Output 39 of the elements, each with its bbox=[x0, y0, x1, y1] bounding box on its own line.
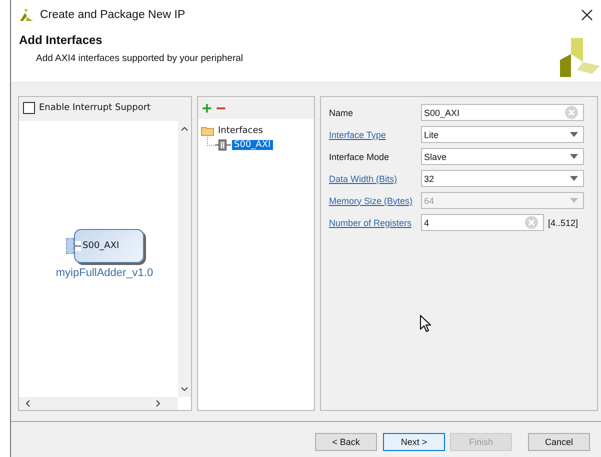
interrupt-checkbox[interactable]: Enable Interrupt Support bbox=[19, 97, 191, 119]
wizard-button[interactable]: Cancel bbox=[528, 432, 590, 450]
page-heading: Add Interfaces bbox=[19, 33, 104, 47]
field-label: Interface Mode bbox=[329, 152, 390, 162]
wizard-button[interactable]: Next > bbox=[383, 432, 445, 450]
ip-block-name: myipFullAdder_v1.0 bbox=[56, 267, 154, 279]
input-field[interactable]: S00_AXI bbox=[421, 104, 584, 121]
tree-item[interactable]: S00_AXI bbox=[232, 140, 273, 150]
vertical-scrollbar[interactable] bbox=[178, 121, 191, 397]
tree-item[interactable]: Interfaces bbox=[218, 126, 263, 136]
field-link[interactable]: Data Width (Bits) bbox=[329, 174, 421, 184]
port-connector-icon bbox=[66, 238, 74, 254]
dropdown[interactable]: Lite bbox=[421, 126, 584, 143]
logo-icon bbox=[559, 36, 601, 78]
caret-icon bbox=[570, 198, 578, 203]
port-label: S00_AXI bbox=[74, 241, 120, 251]
range-hint: [4..512] bbox=[548, 218, 578, 228]
caret-icon bbox=[570, 154, 578, 159]
dropdown[interactable]: 32 bbox=[421, 170, 584, 187]
window-title: Create and Package New IP bbox=[40, 9, 186, 21]
scroll-left-icon[interactable] bbox=[26, 400, 30, 407]
horizontal-scrollbar[interactable] bbox=[19, 397, 178, 410]
caret-icon bbox=[570, 132, 578, 137]
wizard-button[interactable]: < Back bbox=[315, 432, 377, 450]
field-link[interactable]: Number of Registers bbox=[329, 218, 421, 228]
dropdown[interactable]: Slave bbox=[421, 148, 584, 165]
scroll-right-icon[interactable] bbox=[156, 400, 160, 407]
scroll-down-icon[interactable] bbox=[181, 387, 188, 391]
remove-button[interactable]: − bbox=[214, 100, 227, 116]
input-field[interactable]: 4 bbox=[421, 214, 544, 231]
scroll-up-icon[interactable] bbox=[181, 127, 188, 131]
field-label: Name bbox=[329, 108, 354, 118]
field-link[interactable]: Interface Type bbox=[329, 130, 421, 140]
close-icon[interactable] bbox=[581, 9, 593, 21]
caret-icon bbox=[570, 176, 578, 181]
app-logo-icon bbox=[18, 8, 34, 22]
page-subtitle: Add AXI4 interfaces supported by your peripheral bbox=[36, 53, 244, 64]
folder-icon bbox=[201, 126, 214, 136]
mouse-cursor-icon bbox=[420, 315, 431, 332]
